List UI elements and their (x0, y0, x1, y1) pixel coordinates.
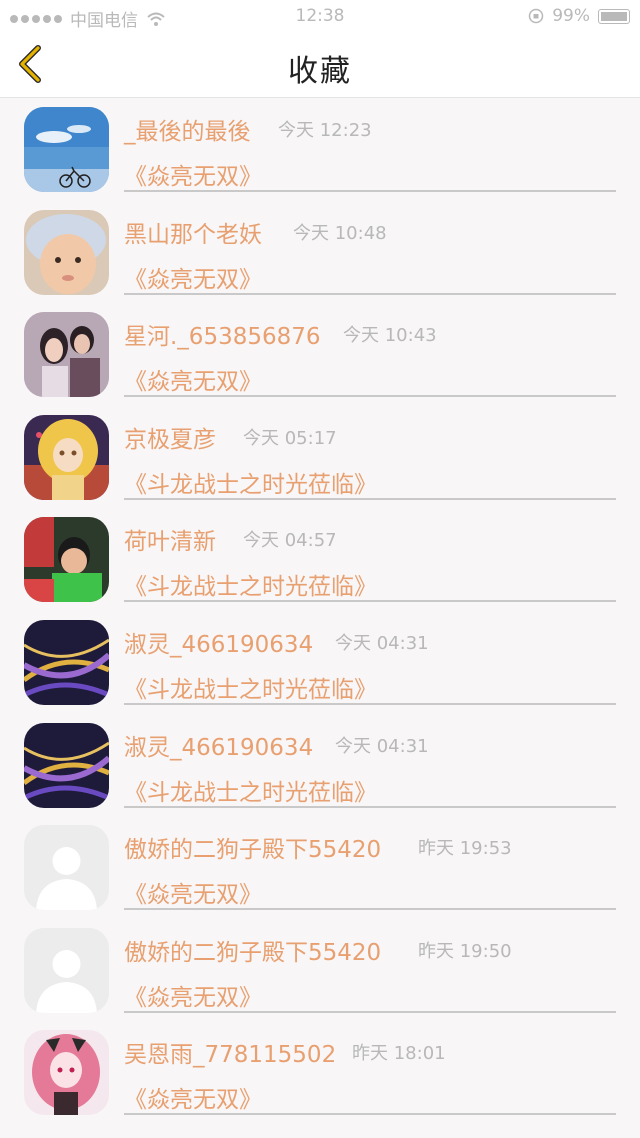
favorite-item[interactable]: 淑灵_466190634 今天 04:31 《斗龙战士之时光莅临》 (0, 714, 640, 817)
row-divider (124, 702, 616, 705)
book-title[interactable]: 《斗龙战士之时光莅临》 (124, 773, 377, 807)
book-title[interactable]: 《焱亮无双》 (124, 362, 262, 396)
favorite-item[interactable]: 傲娇的二狗子殿下55420 昨天 19:53 《焱亮无双》 (0, 816, 640, 919)
user-name: _最後的最後 (124, 119, 251, 145)
avatar[interactable] (24, 312, 109, 398)
row-divider (124, 805, 616, 808)
favorite-time: 今天 04:31 (335, 632, 429, 654)
user-name: 淑灵_466190634 (124, 734, 314, 761)
favorite-time: 昨天 19:53 (418, 838, 512, 860)
row-divider (124, 497, 616, 500)
avatar-anime-pink-image (24, 1030, 109, 1116)
row-divider (124, 1010, 616, 1013)
avatar-baby-photo (24, 209, 109, 295)
avatar-anime-blonde-image (24, 414, 109, 500)
avatar[interactable] (24, 1030, 109, 1116)
row-divider (124, 600, 616, 603)
row-divider (124, 1113, 616, 1116)
battery-percent: 99% (552, 6, 590, 26)
book-title[interactable]: 《焱亮无双》 (124, 1080, 262, 1114)
user-name: 京极夏彦 (124, 426, 216, 453)
user-name: 淑灵_466190634 (124, 631, 314, 658)
avatar-sky-bicycle-image (24, 107, 109, 192)
book-title[interactable]: 《焱亮无双》 (124, 978, 262, 1012)
row-divider (124, 190, 616, 192)
user-name: 荷叶清新 (124, 529, 216, 556)
page-title: 收藏 (288, 54, 352, 89)
book-title[interactable]: 《焱亮无双》 (124, 157, 262, 191)
favorite-item[interactable]: _最後的最後 今天 12:23 《焱亮无双》 (0, 98, 640, 201)
favorite-item[interactable]: 京极夏彦 今天 05:17 《斗龙战士之时光莅临》 (0, 406, 640, 509)
row-divider (124, 292, 616, 295)
user-name: 星河._653856876 (124, 324, 321, 351)
status-bar: 中国电信 12:38 99% (0, 0, 640, 31)
user-name: 吴恩雨_778115502 (124, 1042, 337, 1069)
row-divider (124, 395, 616, 398)
favorite-item[interactable]: 吴恩雨_778115502 昨天 18:01 《焱亮无双》 (0, 1021, 640, 1124)
avatar[interactable] (24, 517, 109, 603)
favorite-time: 今天 05:17 (243, 427, 337, 449)
avatar[interactable] (24, 107, 109, 192)
orientation-lock-icon (528, 8, 544, 24)
avatar-boy-photo (24, 517, 109, 603)
favorite-time: 今天 04:57 (243, 530, 337, 552)
favorite-time: 昨天 18:01 (352, 1043, 446, 1065)
default-avatar-icon (24, 927, 109, 1013)
status-right: 99% (528, 6, 630, 26)
user-name: 傲娇的二狗子殿下55420 (124, 939, 382, 966)
favorite-item[interactable]: 淑灵_466190634 今天 04:31 《斗龙战士之时光莅临》 (0, 611, 640, 714)
avatar[interactable] (24, 619, 109, 705)
book-title[interactable]: 《焱亮无双》 (124, 260, 262, 294)
avatar-couple-photo (24, 312, 109, 398)
favorite-time: 今天 10:48 (293, 222, 387, 244)
user-name: 傲娇的二狗子殿下55420 (124, 837, 382, 864)
avatar[interactable] (24, 825, 109, 911)
favorite-time: 今天 10:43 (343, 325, 437, 347)
navigation-bar: 收藏 (0, 30, 640, 98)
default-avatar-icon (24, 825, 109, 911)
favorite-time: 今天 12:23 (278, 120, 372, 141)
user-name: 黑山那个老妖 (124, 221, 262, 248)
battery-icon (598, 8, 630, 24)
book-title[interactable]: 《斗龙战士之时光莅临》 (124, 465, 377, 499)
book-title[interactable]: 《斗龙战士之时光莅临》 (124, 670, 377, 704)
book-title[interactable]: 《斗龙战士之时光莅临》 (124, 567, 377, 601)
avatar[interactable] (24, 927, 109, 1013)
favorites-list: _最後的最後 今天 12:23 《焱亮无双》 黑山那个老妖 今天 10:48 《… (0, 98, 640, 1124)
avatar[interactable] (24, 209, 109, 295)
avatar-highway-night-image (24, 619, 109, 705)
favorite-time: 昨天 19:50 (418, 940, 512, 962)
favorite-item[interactable]: 黑山那个老妖 今天 10:48 《焱亮无双》 (0, 201, 640, 304)
book-title[interactable]: 《焱亮无双》 (124, 875, 262, 909)
avatar-highway-night-image (24, 722, 109, 808)
favorite-item[interactable]: 傲娇的二狗子殿下55420 昨天 19:50 《焱亮无双》 (0, 919, 640, 1022)
favorite-time: 今天 04:31 (335, 735, 429, 757)
row-divider (124, 908, 616, 911)
favorite-item[interactable]: 星河._653856876 今天 10:43 《焱亮无双》 (0, 303, 640, 406)
favorite-item[interactable]: 荷叶清新 今天 04:57 《斗龙战士之时光莅临》 (0, 508, 640, 611)
avatar[interactable] (24, 722, 109, 808)
avatar[interactable] (24, 414, 109, 500)
